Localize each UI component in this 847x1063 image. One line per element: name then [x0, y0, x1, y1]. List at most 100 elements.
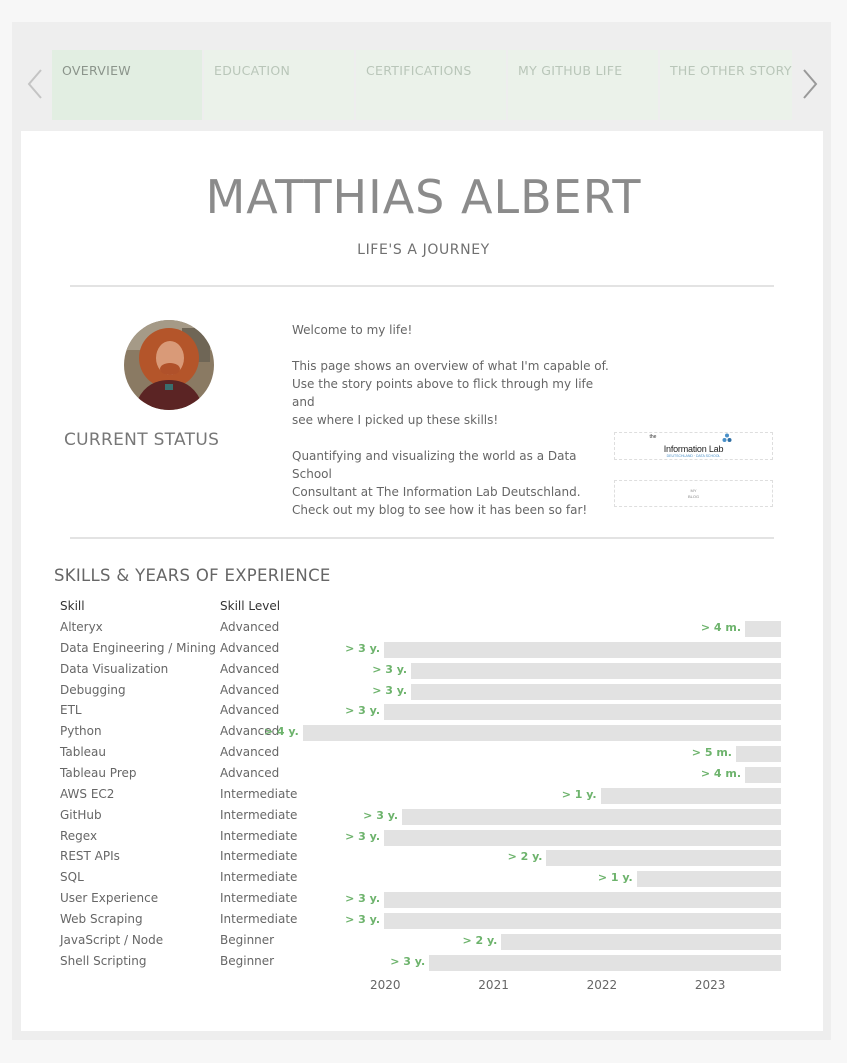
logo-dots-icon	[722, 433, 731, 443]
status-line: Consultant at The Information Lab Deutsc…	[292, 485, 581, 499]
intro-line: Use the story points above to flick thro…	[292, 377, 594, 409]
skill-row: Alteryx Advanced > 4 m.	[0, 617, 847, 638]
skill-row: JavaScript / Node Beginner > 2 y.	[0, 930, 847, 951]
profile-photo	[124, 320, 214, 410]
skill-name: AWS EC2	[60, 786, 115, 801]
intro-line: see where I picked up these skills!	[292, 413, 499, 427]
experience-label: > 3 y.	[363, 808, 399, 822]
experience-label: > 3 y.	[345, 892, 380, 906]
experience-label: > 4 m.	[700, 766, 741, 780]
my-blog-link[interactable]: MY BLOG	[614, 480, 773, 507]
experience-label: > 5 m.	[691, 746, 732, 760]
status-paragraph: Quantifying and visualizing the world as…	[292, 447, 612, 519]
skill-row: Data Visualization Advanced > 3 y.	[0, 659, 847, 680]
experience-label: > 2 y.	[462, 933, 498, 947]
skill-row: ETL Advanced > 3 y.	[0, 700, 847, 721]
axis-tick-label: 2020	[370, 978, 401, 992]
skill-row: SQL Intermediate > 1 y.	[0, 867, 847, 888]
skill-level: Intermediate	[220, 870, 298, 885]
skill-name: JavaScript / Node	[60, 932, 164, 947]
intro-line: This page shows an overview of what I'm …	[292, 359, 609, 373]
skill-row: AWS EC2 Intermediate > 1 y.	[0, 784, 847, 805]
experience-bar[interactable]	[411, 683, 782, 700]
skill-name: Python	[60, 724, 102, 739]
skill-name: Web Scraping	[60, 911, 143, 926]
tab-overview[interactable]: OVERVIEW	[52, 50, 202, 120]
experience-bar[interactable]	[429, 954, 782, 971]
next-story-arrow-icon[interactable]	[795, 64, 825, 104]
blog-logo-line: BLOG	[687, 493, 700, 499]
skill-name: Regex	[60, 828, 98, 843]
axis-tick-label: 2022	[586, 978, 618, 992]
skill-name: GitHub	[60, 807, 102, 822]
skill-name: Data Engineering / Mining	[60, 640, 216, 655]
blog-logo: MY BLOG	[687, 488, 700, 499]
experience-label: > 3 y.	[345, 704, 380, 718]
skill-row: Tableau Advanced > 5 m.	[0, 742, 847, 763]
page-subtitle: LIFE'S A JOURNEY	[357, 242, 490, 258]
section-divider	[70, 537, 774, 539]
page-title: MATTHIAS ALBERT	[205, 170, 642, 224]
skill-row: Shell Scripting Beginner > 3 y.	[0, 951, 847, 972]
axis-tick-label: 2021	[478, 978, 509, 992]
experience-bar[interactable]	[735, 746, 782, 763]
experience-bar[interactable]	[384, 912, 782, 929]
experience-bar[interactable]	[411, 662, 782, 679]
experience-label: > 3 y.	[390, 954, 426, 968]
skill-level: Intermediate	[220, 849, 298, 864]
experience-label: > 1 y.	[597, 871, 633, 885]
experience-label: > 3 y.	[345, 912, 380, 926]
experience-bar[interactable]	[302, 725, 782, 742]
experience-bar[interactable]	[636, 871, 782, 888]
axis-tick-label: 2023	[694, 978, 726, 992]
experience-bar[interactable]	[600, 787, 782, 804]
skill-level: Intermediate	[220, 786, 298, 801]
skill-name: Shell Scripting	[60, 953, 147, 968]
experience-bar[interactable]	[745, 766, 782, 783]
skill-level: Advanced	[220, 620, 280, 634]
skill-name: Tableau Prep	[60, 765, 137, 780]
tab-my-github-life[interactable]: MY GITHUB LIFE	[508, 50, 658, 120]
experience-label: > 1 y.	[561, 787, 597, 801]
skill-row: Debugging Advanced > 3 y.	[0, 680, 847, 701]
tab-education[interactable]: EDUCATION	[204, 50, 354, 120]
skill-row: Tableau Prep Advanced > 4 m.	[0, 763, 847, 784]
experience-label: > 3 y.	[372, 683, 408, 697]
skill-column-header: Skill	[60, 599, 85, 613]
experience-bar[interactable]	[402, 808, 782, 825]
experience-bar[interactable]	[501, 933, 782, 950]
skill-row: Regex Intermediate > 3 y.	[0, 826, 847, 847]
skill-level-column-header: Skill Level	[220, 599, 281, 613]
welcome-text: Welcome to my life! This page shows an o…	[292, 321, 612, 537]
skill-level: Advanced	[220, 682, 280, 697]
previous-story-arrow-icon[interactable]	[20, 64, 50, 104]
experience-label: > 3 y.	[345, 829, 380, 843]
skill-name: ETL	[60, 703, 82, 718]
tab-the-other-story[interactable]: THE OTHER STORY	[660, 50, 792, 120]
experience-bar[interactable]	[384, 704, 782, 721]
experience-bar[interactable]	[384, 641, 782, 658]
experience-label: > 4 y.	[263, 725, 299, 739]
experience-bar[interactable]	[546, 850, 782, 867]
skill-name: User Experience	[60, 891, 159, 906]
experience-bar[interactable]	[745, 621, 782, 637]
skill-row: REST APIs Intermediate > 2 y.	[0, 846, 847, 867]
experience-label: > 3 y.	[372, 662, 408, 676]
tab-certifications[interactable]: CERTIFICATIONS	[356, 50, 506, 120]
skill-level: Advanced	[220, 745, 280, 760]
skill-level: Beginner	[220, 953, 275, 968]
skill-level: Intermediate	[220, 891, 298, 906]
status-line: Check out my blog to see how it has been…	[292, 503, 588, 517]
skill-level: Advanced	[220, 765, 280, 780]
skill-row: Web Scraping Intermediate > 3 y.	[0, 909, 847, 930]
experience-bar[interactable]	[384, 829, 782, 846]
skill-row: Python Advanced > 4 y.	[0, 721, 847, 742]
skill-name: Tableau	[60, 745, 106, 760]
experience-bar[interactable]	[384, 892, 782, 909]
information-lab-logo: the Information Lab DEUTSCHLAND · DATA S…	[644, 433, 744, 459]
skill-row: GitHub Intermediate > 3 y.	[0, 805, 847, 826]
information-lab-logo-link[interactable]: the Information Lab DEUTSCHLAND · DATA S…	[614, 432, 773, 460]
intro-paragraph: This page shows an overview of what I'm …	[292, 357, 612, 429]
skill-level: Advanced	[220, 640, 280, 655]
header-divider	[70, 285, 774, 287]
